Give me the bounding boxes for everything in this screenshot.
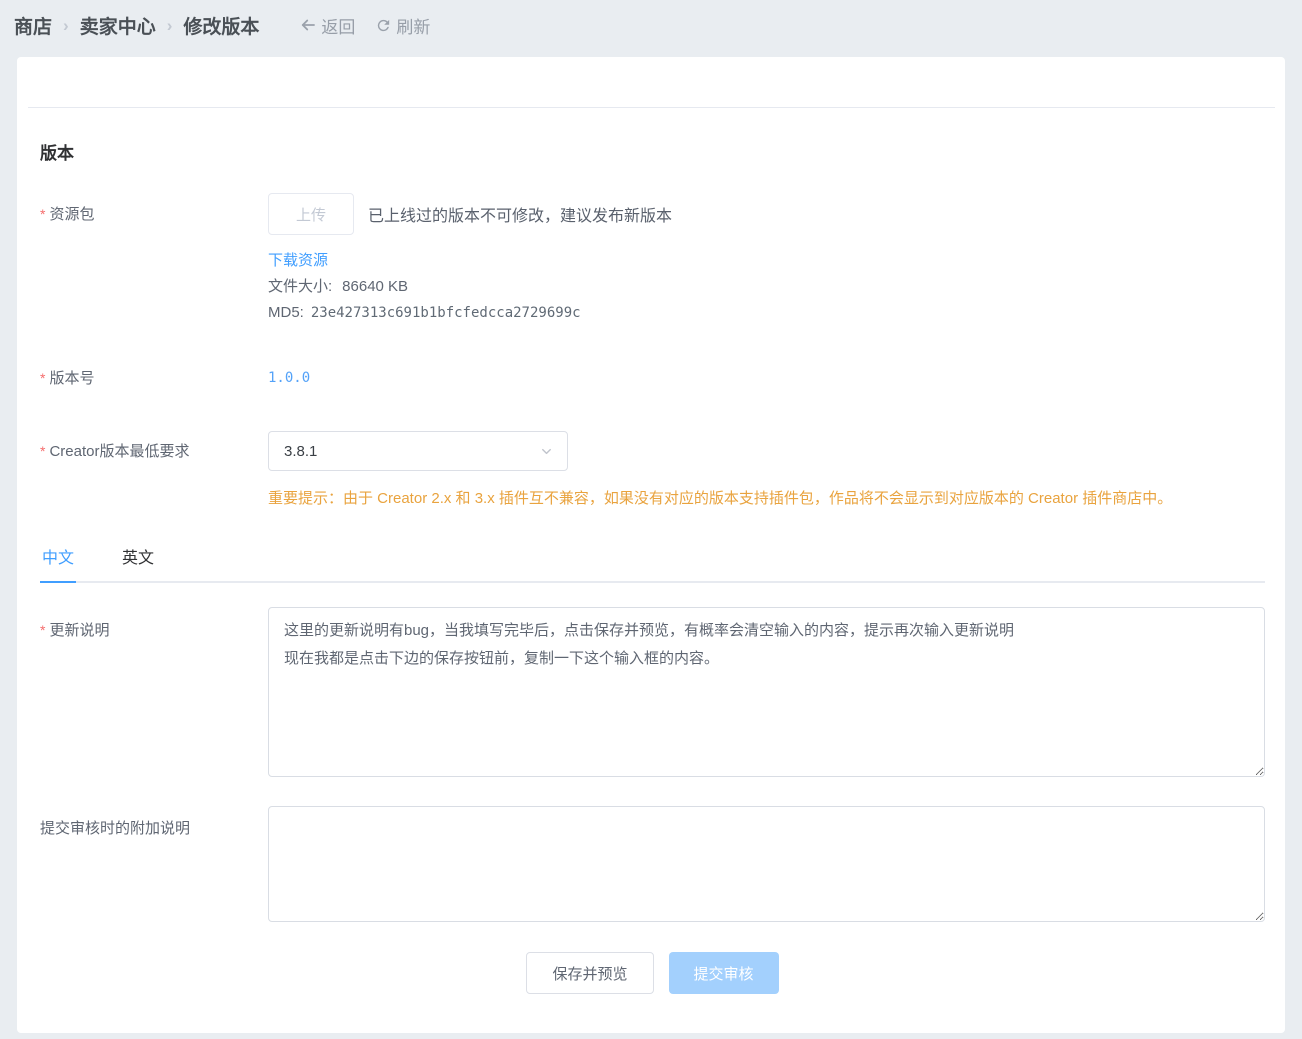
breadcrumb-item-seller-center[interactable]: 卖家中心 xyxy=(80,12,156,39)
download-resource-link[interactable]: 下载资源 xyxy=(268,248,328,274)
creator-version-label: * Creator版本最低要求 xyxy=(40,443,190,460)
refresh-icon xyxy=(378,19,390,31)
chevron-right-icon: › xyxy=(63,16,69,35)
refresh-button[interactable]: 刷新 xyxy=(375,13,430,38)
file-size-line: 文件大小: 86640 KB xyxy=(268,274,1265,300)
required-marker: * xyxy=(40,206,46,222)
content-card: 版本 * 资源包 上传 已上线过的版本不可修改，建议发布新版本 下载资源 文件大小… xyxy=(17,57,1285,1033)
required-marker: * xyxy=(40,443,46,459)
compatibility-warning: 重要提示：由于 Creator 2.x 和 3.x 插件互不兼容，如果没有对应的… xyxy=(268,490,1173,507)
upload-hint: 已上线过的版本不可修改，建议发布新版本 xyxy=(368,208,673,225)
md5-label: MD5: xyxy=(268,304,304,321)
md5-value: 23e427313c691b1bfcfedcca2729699c xyxy=(310,305,581,321)
tab-chinese[interactable]: 中文 xyxy=(40,544,77,583)
md5-line: MD5: 23e427313c691b1bfcfedcca2729699c xyxy=(268,300,1265,326)
creator-version-row: * Creator版本最低要求 3.8.1 重要提示：由于 Creator 2.x… xyxy=(40,431,1265,513)
back-label: 返回 xyxy=(321,17,356,37)
chevron-right-icon: › xyxy=(166,16,173,35)
creator-version-select[interactable]: 3.8.1 xyxy=(268,431,568,471)
upload-button[interactable]: 上传 xyxy=(268,193,355,235)
version-label: * 版本号 xyxy=(40,370,95,387)
creator-version-selected: 3.8.1 xyxy=(284,442,318,460)
file-size-value: 86640 KB xyxy=(342,278,409,295)
save-preview-button[interactable]: 保存并预览 xyxy=(526,952,654,994)
arrow-left-icon xyxy=(302,19,316,31)
breadcrumb: 商店 › 卖家中心 › 修改版本 xyxy=(14,12,259,39)
section-title: 版本 xyxy=(40,144,74,163)
form-actions: 保存并预览 提交审核 xyxy=(40,952,1265,994)
version-row: * 版本号 1.0.0 xyxy=(40,368,1265,389)
file-size-label: 文件大小: xyxy=(268,278,333,295)
resource-row: * 资源包 上传 已上线过的版本不可修改，建议发布新版本 下载资源 文件大小: 86… xyxy=(40,193,1265,326)
extra-notes-row: 提交审核时的附加说明 xyxy=(40,806,1265,922)
chevron-down-icon xyxy=(542,448,551,454)
tab-english[interactable]: 英文 xyxy=(120,544,156,583)
breadcrumb-item-edit-version: 修改版本 xyxy=(183,16,260,38)
language-tabs: 中文 英文 xyxy=(40,544,1265,583)
refresh-label: 刷新 xyxy=(396,17,431,37)
version-value: 1.0.0 xyxy=(268,370,311,386)
breadcrumb-item-store[interactable]: 商店 xyxy=(14,12,52,39)
submit-review-button[interactable]: 提交审核 xyxy=(668,952,779,994)
update-notes-row: * 更新说明 这里的更新说明有bug，当我填写完毕后，点击保存并预览，有概率会清空… xyxy=(40,607,1265,777)
card-header-divider xyxy=(28,57,1275,108)
required-marker: * xyxy=(40,370,46,386)
update-notes-label: * 更新说明 xyxy=(40,622,110,639)
update-notes-textarea[interactable]: 这里的更新说明有bug，当我填写完毕后，点击保存并预览，有概率会清空输入的内容，… xyxy=(268,607,1265,777)
breadcrumb-bar: 商店 › 卖家中心 › 修改版本 返回 刷新 xyxy=(0,0,1302,50)
extra-notes-textarea[interactable] xyxy=(268,806,1265,922)
back-button[interactable]: 返回 xyxy=(299,13,355,38)
nav-actions: 返回 刷新 xyxy=(299,13,430,38)
required-marker: * xyxy=(40,622,46,638)
extra-notes-label: 提交审核时的附加说明 xyxy=(40,820,191,837)
resource-label: * 资源包 xyxy=(40,206,95,223)
